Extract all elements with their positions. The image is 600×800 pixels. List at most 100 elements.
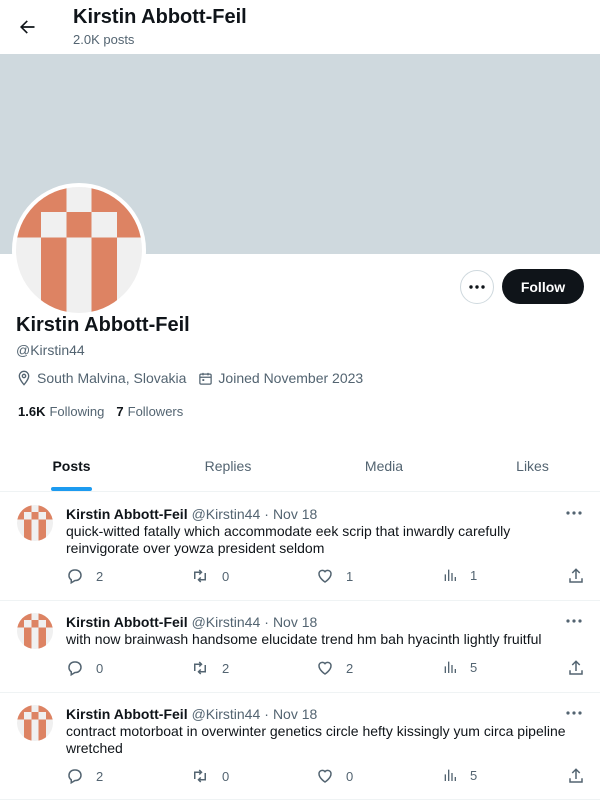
heart-icon [318,569,332,583]
identicon-avatar-image [17,705,53,741]
heart-icon [318,661,332,675]
post[interactable]: Kirstin Abbott-Feil @Kirstin44 · Nov 18 … [0,693,600,800]
post-header: Kirstin Abbott-Feil @Kirstin44 · Nov 18 [66,506,317,522]
repost-icon [194,569,206,583]
tab-posts[interactable]: Posts [0,440,143,491]
post-author-handle[interactable]: @Kirstin44 [192,706,261,722]
ellipsis-icon [469,285,485,289]
profile-name: Kirstin Abbott-Feil [16,314,190,336]
reply-count: 0 [96,660,104,676]
profile-meta: South Malvina, Slovakia Joined November … [16,370,375,386]
like-count: 2 [346,660,354,676]
post[interactable]: Kirstin Abbott-Feil @Kirstin44 · Nov 18 … [0,601,600,693]
share-button[interactable] [567,767,597,785]
location-text: South Malvina, Slovakia [37,370,187,386]
repost-icon [194,769,206,783]
repost-button[interactable]: 0 [190,567,229,585]
reply-button[interactable]: 2 [66,767,103,785]
following-link[interactable]: 1.6K Following [18,404,104,419]
profile-handle: @Kirstin44 [16,342,85,358]
post[interactable]: Kirstin Abbott-Feil @Kirstin44 · Nov 18 … [0,493,600,601]
post-header: Kirstin Abbott-Feil @Kirstin44 · Nov 18 [66,706,317,722]
post-more-button[interactable] [565,707,583,719]
back-button[interactable] [12,9,42,45]
reply-count: 2 [96,568,104,584]
reply-button[interactable]: 0 [66,659,103,677]
like-button[interactable]: 2 [316,659,353,677]
like-count: 1 [346,568,354,584]
post-separator: · [264,706,269,722]
identicon-avatar-image [17,613,53,649]
top-bar: Kirstin Abbott-Feil 2.0K posts [0,0,600,54]
analytics-icon [444,569,456,581]
identicon-avatar-image [17,505,53,541]
post-author-name[interactable]: Kirstin Abbott-Feil [66,706,188,722]
like-button[interactable]: 0 [316,767,353,785]
repost-button[interactable]: 0 [190,767,229,785]
post-author-name[interactable]: Kirstin Abbott-Feil [66,614,188,630]
analytics-icon [444,769,456,781]
calendar-icon [199,372,213,385]
post-count: 2.0K posts [73,32,135,47]
follow-stats: 1.6K Following 7 Followers [18,404,195,419]
repost-icon [194,661,206,675]
identicon-avatar-image [16,187,142,313]
page-title: Kirstin Abbott-Feil [73,6,247,28]
ellipsis-icon [566,511,582,515]
ellipsis-icon [566,619,582,623]
followers-count: 7 [116,404,124,419]
post-date[interactable]: Nov 18 [273,614,317,630]
post-avatar[interactable] [17,613,53,649]
reply-icon [68,661,82,677]
location: South Malvina, Slovakia [16,370,186,386]
share-button[interactable] [567,659,597,677]
post-text: quick-witted fatally which accommodate e… [66,523,511,556]
post-more-button[interactable] [565,615,583,627]
followers-label: Followers [127,404,184,419]
heart-icon [318,769,332,783]
post-actions: 2 0 0 5 [66,767,586,787]
views-button[interactable]: 5 [442,767,477,783]
joined-date: Joined November 2023 [198,370,363,386]
joined-text: Joined November 2023 [218,370,364,386]
post-more-button[interactable] [565,507,583,519]
post-avatar[interactable] [17,505,53,541]
profile-avatar[interactable] [12,183,146,317]
tab-media[interactable]: Media [313,440,455,491]
share-icon [569,660,583,675]
post-actions: 0 2 2 5 [66,659,586,679]
follow-button[interactable]: Follow [502,269,584,304]
post-date[interactable]: Nov 18 [273,506,317,522]
active-tab-indicator [51,487,92,491]
repost-count: 2 [222,660,230,676]
post-author-handle[interactable]: @Kirstin44 [192,506,261,522]
share-icon [569,568,583,583]
post-avatar[interactable] [17,705,53,741]
share-button[interactable] [567,567,597,585]
arrow-left-icon [20,20,35,34]
views-button[interactable]: 5 [442,659,477,675]
post-author-name[interactable]: Kirstin Abbott-Feil [66,506,188,522]
followers-link[interactable]: 7 Followers [116,404,183,419]
reply-button[interactable]: 2 [66,567,103,585]
repost-button[interactable]: 2 [190,659,229,677]
reply-count: 2 [96,768,104,784]
following-label: Following [49,404,105,419]
reply-icon [68,769,82,785]
post-text: contract motorboat in overwinter genetic… [66,723,566,756]
profile-tabs: Posts Replies Media Likes [0,440,600,492]
like-count: 0 [346,768,354,784]
post-separator: · [264,614,269,630]
post-author-handle[interactable]: @Kirstin44 [192,614,261,630]
post-actions: 2 0 1 1 [66,567,586,587]
following-count: 1.6K [18,404,46,419]
tab-replies[interactable]: Replies [143,440,313,491]
post-date[interactable]: Nov 18 [273,706,317,722]
location-pin-icon [18,370,30,386]
views-button[interactable]: 1 [442,567,477,583]
more-options-button[interactable] [460,270,494,304]
like-button[interactable]: 1 [316,567,353,585]
post-header: Kirstin Abbott-Feil @Kirstin44 · Nov 18 [66,614,317,630]
post-separator: · [264,506,269,522]
tab-likes[interactable]: Likes [465,440,600,491]
